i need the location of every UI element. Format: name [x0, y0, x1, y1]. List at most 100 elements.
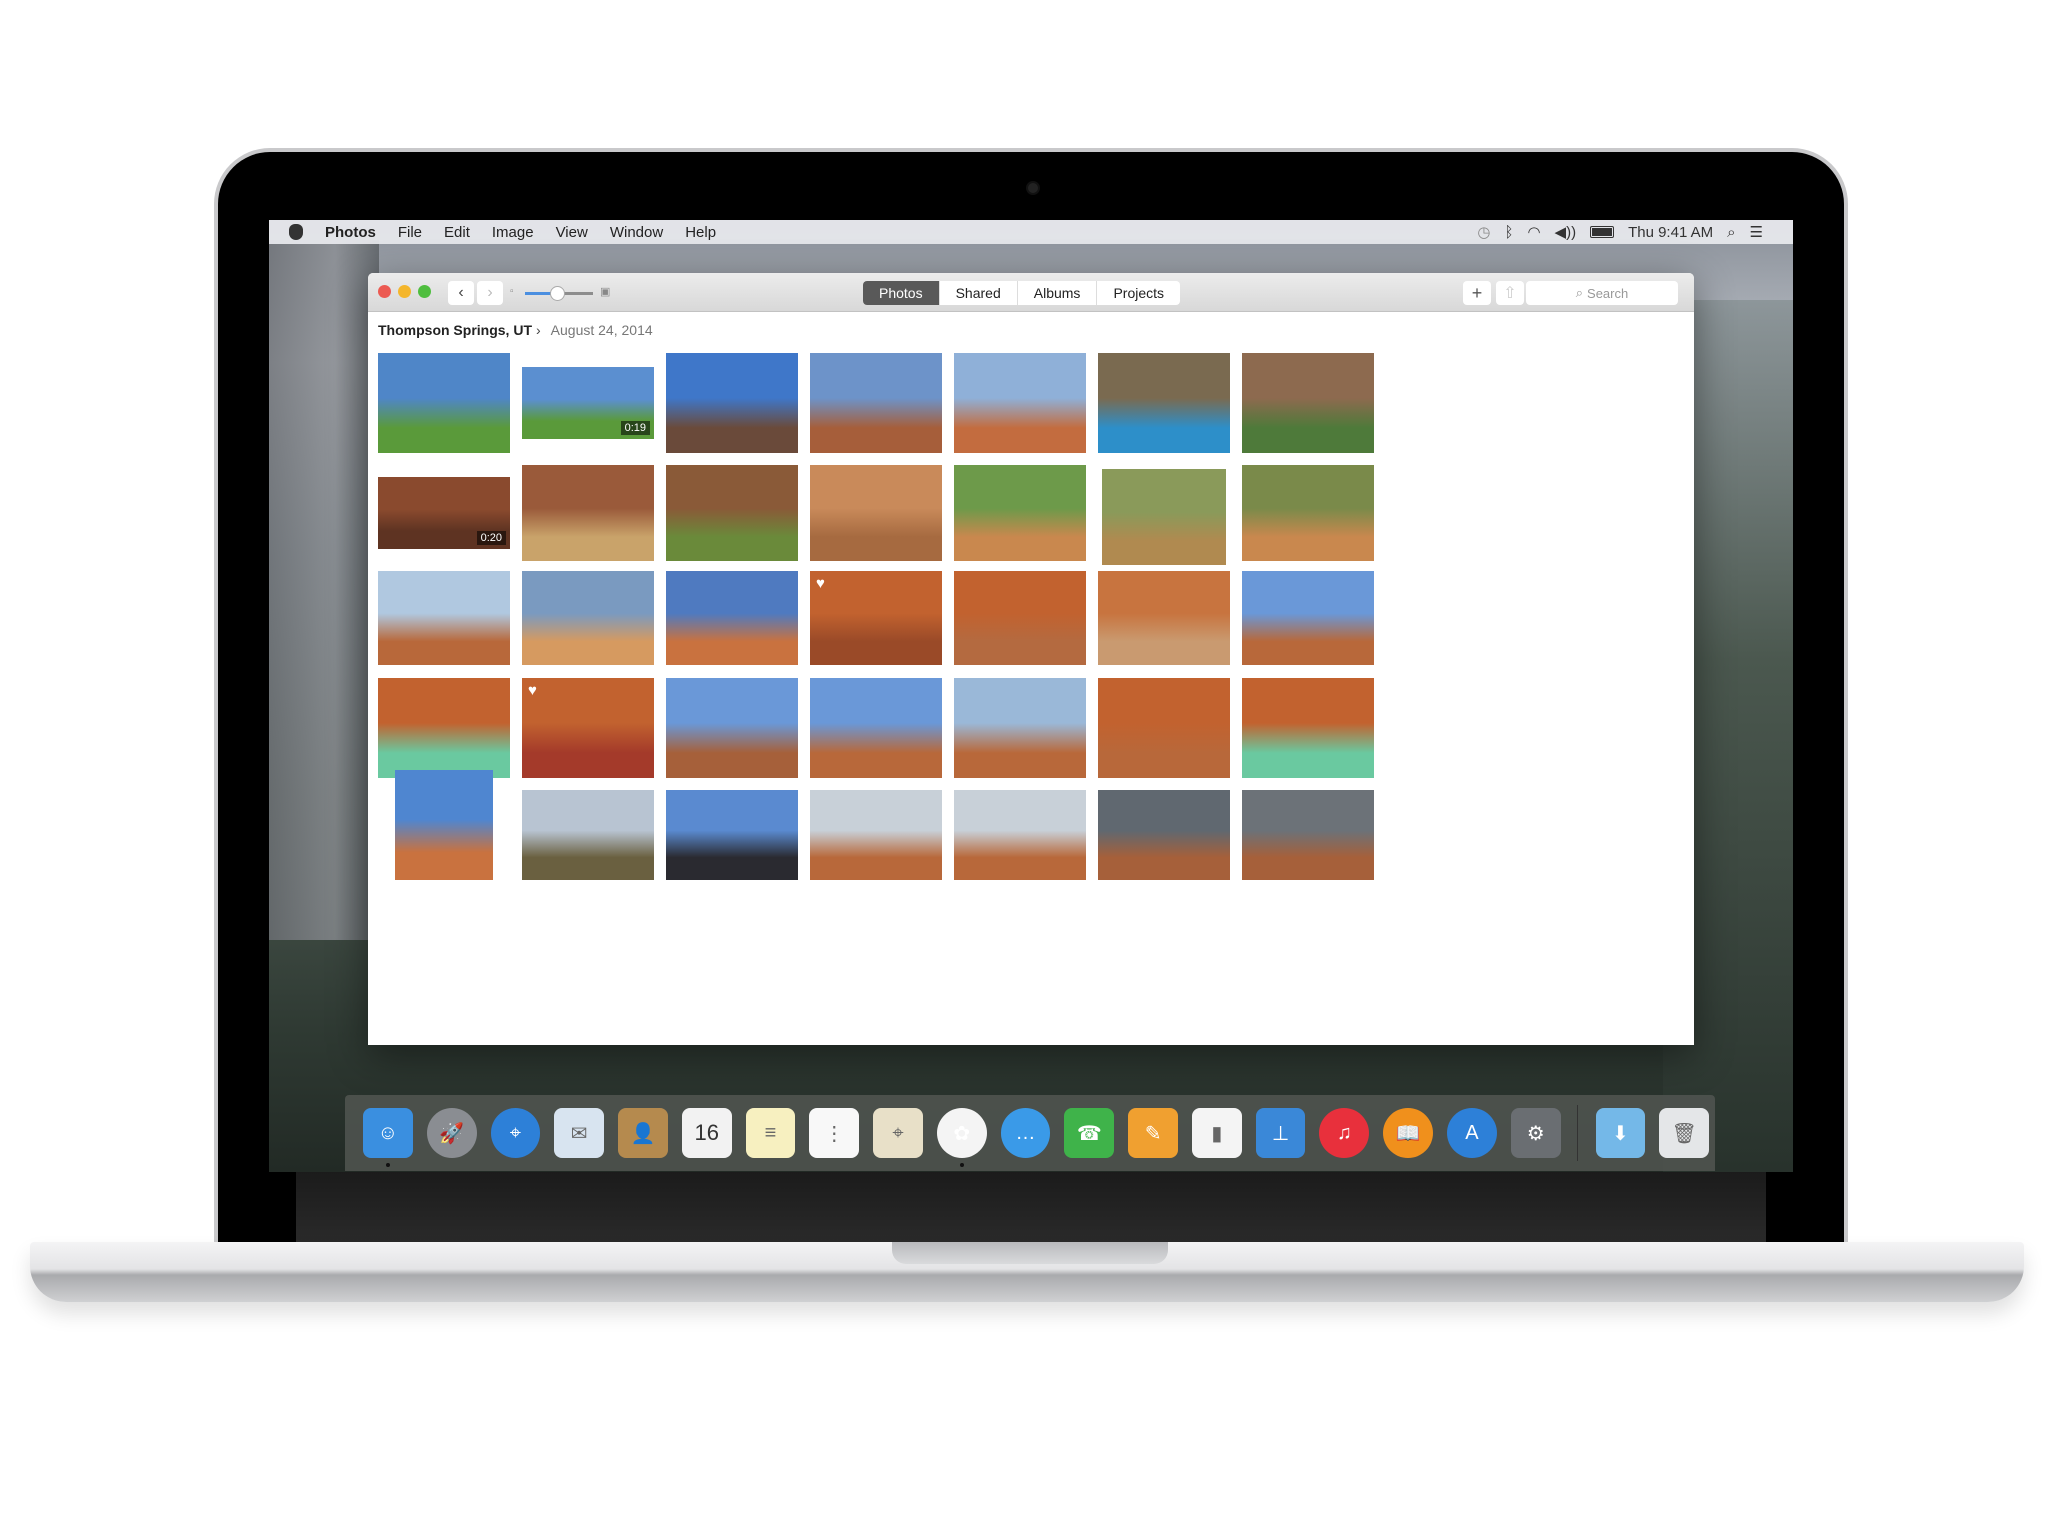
photo-thumbnail[interactable]: [378, 678, 510, 778]
share-button[interactable]: ⇧: [1496, 281, 1524, 305]
facetime-icon: ☎: [1076, 1122, 1102, 1145]
search-field[interactable]: ⌕ Search: [1526, 281, 1678, 305]
dock-separator: [1576, 1105, 1578, 1161]
photo-thumbnail[interactable]: [522, 790, 654, 880]
photo-thumbnail[interactable]: [954, 353, 1086, 453]
dock-ibooks[interactable]: 📖: [1383, 1108, 1434, 1158]
photo-thumbnail[interactable]: [1098, 790, 1230, 880]
bluetooth-icon[interactable]: ᛒ: [1504, 225, 1513, 240]
share-icon: ⇧: [1503, 285, 1517, 302]
photo-thumbnail[interactable]: [1098, 678, 1230, 778]
dock-keynote[interactable]: ⊥: [1255, 1108, 1306, 1158]
tab-photos[interactable]: Photos: [863, 281, 940, 305]
plus-icon: +: [1471, 282, 1483, 303]
dock-downloads[interactable]: ⬇: [1595, 1108, 1646, 1158]
photo-thumbnail[interactable]: [954, 790, 1086, 880]
apple-menu-icon[interactable]: [289, 224, 303, 240]
dock-system-preferences[interactable]: ⚙: [1510, 1108, 1561, 1158]
photo-thumbnail[interactable]: [1242, 571, 1374, 665]
minimize-button[interactable]: [398, 285, 411, 298]
dock-notes[interactable]: ≡: [745, 1108, 796, 1158]
photo-thumbnail[interactable]: [378, 353, 510, 453]
zoom-button[interactable]: [418, 285, 431, 298]
dock-trash[interactable]: 🗑: [1659, 1108, 1710, 1158]
photo-thumbnail[interactable]: [810, 790, 942, 880]
menu-file[interactable]: File: [398, 224, 422, 241]
photo-thumbnail[interactable]: [666, 353, 798, 453]
dock-app-store[interactable]: A: [1447, 1108, 1497, 1158]
tab-albums[interactable]: Albums: [1018, 281, 1098, 305]
photo-thumbnail[interactable]: ♥: [522, 678, 654, 778]
photo-thumbnail[interactable]: [1242, 353, 1374, 453]
dock-numbers[interactable]: ▮: [1191, 1108, 1242, 1158]
dock-messages[interactable]: …: [1000, 1108, 1051, 1158]
dock-safari[interactable]: ⌖: [490, 1108, 541, 1158]
contacts-icon: 👤: [630, 1122, 656, 1145]
photo-thumbnail[interactable]: [1242, 465, 1374, 561]
photo-thumbnail[interactable]: [522, 465, 654, 561]
zoom-slider-knob[interactable]: [549, 286, 565, 301]
menu-help[interactable]: Help: [685, 224, 716, 241]
notification-center-icon[interactable]: ☰: [1750, 225, 1763, 240]
photo-thumbnail[interactable]: ♥: [810, 571, 942, 665]
menu-image[interactable]: Image: [492, 224, 534, 241]
zoom-slider[interactable]: [525, 286, 593, 301]
add-button[interactable]: +: [1463, 281, 1491, 305]
dock-photos[interactable]: ✿: [936, 1108, 987, 1167]
photo-thumbnail[interactable]: 0:19: [522, 367, 654, 439]
time-machine-icon[interactable]: ◷: [1477, 225, 1490, 240]
photo-thumbnail[interactable]: [810, 678, 942, 778]
photo-thumbnail[interactable]: [1102, 469, 1226, 565]
trash-icon: 🗑: [1671, 1122, 1697, 1145]
search-icon: ⌕: [1575, 285, 1584, 300]
dock-contacts[interactable]: 👤: [618, 1108, 668, 1158]
battery-icon[interactable]: [1590, 226, 1615, 238]
search-placeholder: Search: [1587, 285, 1629, 301]
menu-bar: Photos File Edit Image View Window Help …: [269, 220, 1793, 244]
photo-thumbnail[interactable]: 0:20: [378, 477, 510, 549]
volume-icon[interactable]: ◀)): [1555, 225, 1577, 240]
dock-pages[interactable]: ✎: [1128, 1108, 1178, 1158]
photo-thumbnail[interactable]: [522, 571, 654, 665]
photo-thumbnail[interactable]: [395, 770, 493, 880]
photo-thumbnail[interactable]: [666, 571, 798, 665]
dock-finder[interactable]: ☺: [363, 1108, 413, 1167]
photo-thumbnail[interactable]: [666, 790, 798, 880]
menu-window[interactable]: Window: [610, 224, 663, 241]
close-button[interactable]: [378, 285, 391, 298]
photo-thumbnail[interactable]: [954, 571, 1086, 665]
photos-icon: ✿: [953, 1122, 971, 1145]
photo-thumbnail[interactable]: [666, 678, 798, 778]
photo-thumbnail[interactable]: [1242, 790, 1374, 880]
dock-launchpad[interactable]: 🚀: [426, 1108, 477, 1158]
photo-thumbnail[interactable]: [954, 465, 1086, 561]
dock-itunes[interactable]: ♫: [1319, 1108, 1370, 1158]
breadcrumb: Thompson Springs, UT › August 24, 2014: [368, 312, 1694, 348]
photo-thumbnail[interactable]: [1242, 678, 1374, 778]
dock-calendar[interactable]: 16: [681, 1108, 732, 1158]
photo-thumbnail[interactable]: [954, 678, 1086, 778]
dock-mail[interactable]: ✉: [554, 1108, 605, 1158]
maps-icon: ⌖: [892, 1121, 904, 1144]
photo-thumbnail[interactable]: [378, 571, 510, 665]
dock-facetime[interactable]: ☎: [1064, 1108, 1115, 1158]
tab-shared[interactable]: Shared: [940, 281, 1018, 305]
dock-maps[interactable]: ⌖: [873, 1108, 923, 1158]
menu-app-name[interactable]: Photos: [325, 224, 376, 241]
photo-thumbnail[interactable]: [810, 353, 942, 453]
photo-thumbnail[interactable]: [810, 465, 942, 561]
spotlight-icon[interactable]: ⌕: [1727, 225, 1735, 240]
location-title[interactable]: Thompson Springs, UT: [378, 322, 532, 338]
clock[interactable]: Thu 9:41 AM: [1628, 224, 1713, 241]
tab-projects[interactable]: Projects: [1097, 281, 1180, 305]
back-button[interactable]: ‹: [448, 281, 474, 305]
menu-view[interactable]: View: [556, 224, 588, 241]
dock-reminders[interactable]: ⋮: [809, 1108, 860, 1158]
photo-thumbnail[interactable]: [1098, 571, 1230, 665]
wifi-icon[interactable]: ◠: [1527, 225, 1540, 240]
forward-button[interactable]: ›: [477, 281, 503, 305]
photo-thumbnail[interactable]: [1098, 353, 1230, 453]
menu-edit[interactable]: Edit: [444, 224, 470, 241]
photo-thumbnail[interactable]: [666, 465, 798, 561]
system-preferences-icon: ⚙: [1526, 1122, 1545, 1145]
